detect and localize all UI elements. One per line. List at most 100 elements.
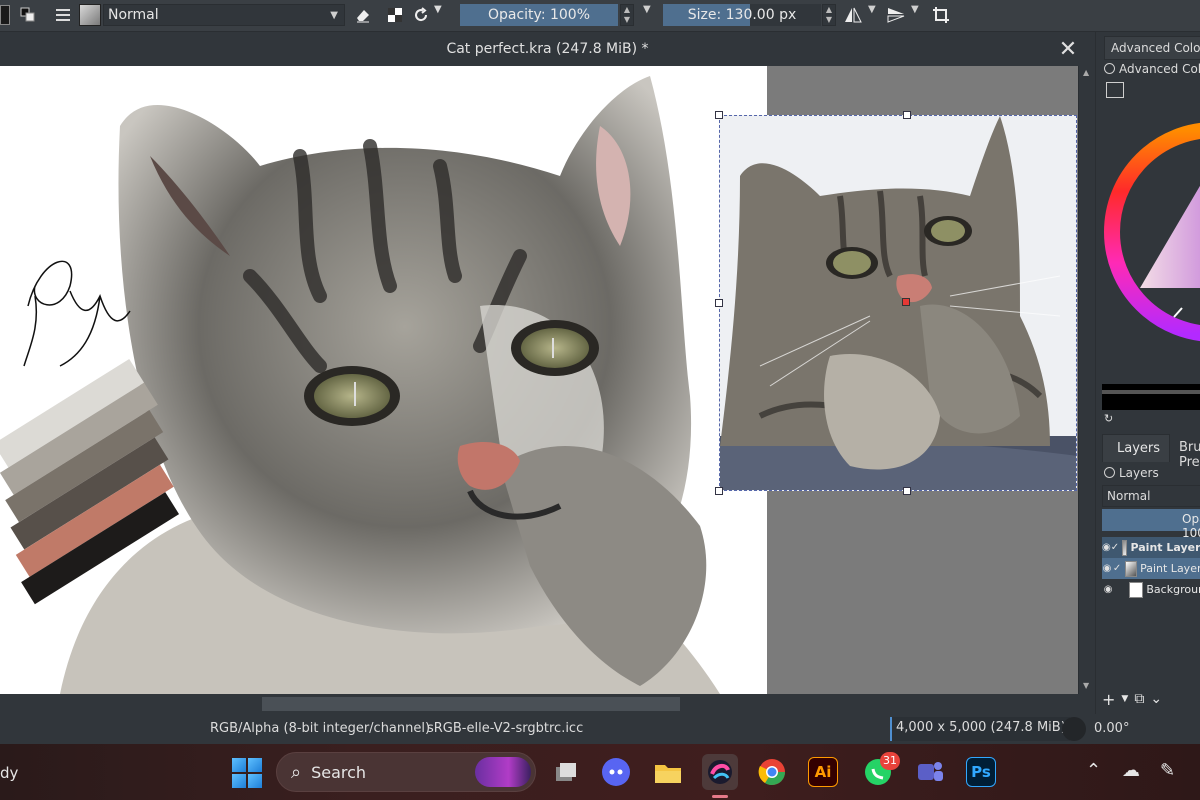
status-bar: RGB/Alpha (8-bit integer/channel) sRGB-e… <box>0 714 1200 744</box>
layer-actions: + ▼ ⧉ ⌄ <box>1102 688 1200 710</box>
layer-row[interactable]: ◉ Background <box>1102 579 1200 600</box>
duplicate-layer-icon[interactable]: ⧉ <box>1134 691 1144 707</box>
layer-thumbnail <box>1125 560 1138 577</box>
lock-icon[interactable] <box>1104 63 1115 74</box>
transform-pivot[interactable] <box>902 298 910 306</box>
rotation-status[interactable]: 0.00° <box>1094 721 1129 736</box>
layer-thumbnail <box>1129 581 1144 598</box>
document-tab[interactable]: Cat perfect.kra (247.8 MiB) * <box>0 32 1095 66</box>
check-icon[interactable]: ✓ <box>1112 563 1122 574</box>
windows-start-icon[interactable] <box>232 758 262 788</box>
tab-advanced-color-selector[interactable]: Advanced Color Selector <box>1104 36 1200 60</box>
eye-icon[interactable]: ◉ <box>1102 563 1112 574</box>
taskbar-status-text: dy <box>0 764 19 782</box>
krita-icon[interactable] <box>702 754 738 790</box>
scroll-up-icon[interactable]: ▲ <box>1083 68 1089 77</box>
color-model-status: RGB/Alpha (8-bit integer/channel) <box>210 721 431 736</box>
move-down-icon[interactable]: ⌄ <box>1150 691 1162 707</box>
mirror-horizontal-icon[interactable] <box>842 4 864 26</box>
blend-mode-value: Normal <box>108 7 159 23</box>
layer-row[interactable]: ◉ ✓ Paint Layer 2 <box>1102 537 1200 558</box>
size-slider[interactable]: Size: 130.00 px <box>663 4 821 26</box>
reload-icon[interactable] <box>410 4 432 26</box>
check-icon[interactable]: ✓ <box>1111 542 1119 553</box>
active-app-indicator <box>712 795 728 798</box>
transform-handle[interactable] <box>903 487 911 495</box>
chevron-down-icon[interactable]: ▼ <box>911 4 919 15</box>
horizontal-scrollbar-thumb[interactable] <box>262 697 680 711</box>
krita-window: Normal ▼ ▼ Opacity: 100% ▲ ▼ ▼ Size: 130.… <box>0 0 1200 800</box>
chevron-down-icon[interactable]: ▼ <box>434 4 442 15</box>
brush-preset-thumbnail[interactable] <box>79 4 101 26</box>
vertical-scrollbar[interactable]: ▲ ▼ <box>1078 66 1095 694</box>
layer-name: Background <box>1146 583 1200 596</box>
taskbar-search[interactable]: ⌕ Search <box>276 752 536 792</box>
tab-layers[interactable]: Layers <box>1102 434 1170 462</box>
lock-icon[interactable] <box>1104 467 1115 478</box>
windows-taskbar: dy ⌕ Search Ai Ps ⌃ ☁ ✎ <box>0 744 1200 800</box>
chevron-down-icon: ▼ <box>330 9 338 21</box>
files-icon[interactable] <box>548 754 584 790</box>
crop-icon[interactable] <box>930 4 952 26</box>
close-icon[interactable]: ✕ <box>1056 38 1080 62</box>
discord-icon[interactable] <box>598 754 634 790</box>
search-label: Search <box>311 762 367 782</box>
photoshop-icon[interactable]: Ps <box>966 757 996 787</box>
layer-opacity-slider[interactable]: Opacity: 100% <box>1102 509 1200 540</box>
size-spinner[interactable]: ▲ ▼ <box>822 4 836 26</box>
notification-badge: 31 <box>880 752 900 770</box>
layer-row[interactable]: ◉ ✓ Paint Layer 1 <box>1102 558 1200 579</box>
illustrator-icon[interactable]: Ai <box>808 757 838 787</box>
swap-colors-icon[interactable] <box>17 4 39 26</box>
layers-title: Layers <box>1104 466 1159 480</box>
teams-icon[interactable] <box>912 754 948 790</box>
canvas-area[interactable] <box>0 66 1078 694</box>
foreground-color-swatch[interactable] <box>0 5 10 25</box>
tab-brush-presets[interactable]: Brush Presets <box>1179 440 1200 470</box>
layer-name: Paint Layer 2 <box>1130 541 1200 554</box>
horizontal-scrollbar[interactable] <box>0 694 1078 714</box>
eye-icon[interactable]: ◉ <box>1102 542 1111 553</box>
eraser-icon[interactable] <box>352 4 374 26</box>
chevron-up-icon[interactable]: ⌃ <box>1086 760 1101 781</box>
blend-mode-select[interactable]: Normal ▼ <box>103 4 345 26</box>
refresh-icon[interactable]: ↻ <box>1104 412 1113 425</box>
layer-thumbnail <box>1122 539 1128 556</box>
pen-icon[interactable]: ✎ <box>1160 760 1175 781</box>
signature <box>23 260 131 367</box>
image-size-status[interactable]: 4,000 x 5,000 (247.8 MiB) <box>890 717 1070 741</box>
cat-painting <box>0 66 767 694</box>
transform-handle[interactable] <box>715 299 723 307</box>
layer-blend-mode-select[interactable]: Normal <box>1102 485 1200 507</box>
transform-handle[interactable] <box>903 111 911 119</box>
scroll-down-icon[interactable]: ▼ <box>1083 681 1089 690</box>
right-docker: Advanced Color Selector Advanced Color S… <box>1095 32 1200 714</box>
chevron-down-icon[interactable]: ▼ <box>643 4 651 15</box>
chevron-down-icon[interactable]: ▼ <box>1121 694 1128 704</box>
color-wheel[interactable] <box>1104 92 1200 382</box>
search-highlight-icon <box>475 757 531 787</box>
mirror-vertical-icon[interactable] <box>885 4 907 26</box>
document-title: Cat perfect.kra (247.8 MiB) * <box>446 41 649 57</box>
advanced-color-title-text: Advanced Color Selector <box>1119 62 1200 76</box>
preserve-alpha-icon[interactable] <box>384 4 406 26</box>
advanced-color-title: Advanced Color Selector <box>1104 62 1200 76</box>
chevron-down-icon[interactable]: ▼ <box>868 4 876 15</box>
color-profile-status: sRGB-elle-V2-srgbtrc.icc <box>427 721 584 736</box>
size-slider-label: Size: 130.00 px <box>687 7 797 23</box>
transform-handle[interactable] <box>715 487 723 495</box>
add-layer-icon[interactable]: + <box>1102 690 1115 709</box>
color-history-bar[interactable] <box>1102 384 1200 410</box>
file-explorer-icon[interactable] <box>650 754 686 790</box>
presets-icon[interactable] <box>52 4 74 26</box>
chrome-icon[interactable] <box>754 754 790 790</box>
docker-tabs: Layers Brush Presets <box>1102 434 1200 470</box>
opacity-spinner[interactable]: ▲ ▼ <box>620 4 634 26</box>
opacity-slider[interactable]: Opacity: 100% <box>460 4 618 26</box>
rotation-icon[interactable] <box>1062 717 1086 741</box>
reference-image[interactable] <box>719 115 1077 491</box>
transform-handle[interactable] <box>715 111 723 119</box>
eye-icon[interactable]: ◉ <box>1102 584 1114 595</box>
onedrive-icon[interactable]: ☁ <box>1122 760 1140 781</box>
layers-title-text: Layers <box>1119 466 1159 480</box>
